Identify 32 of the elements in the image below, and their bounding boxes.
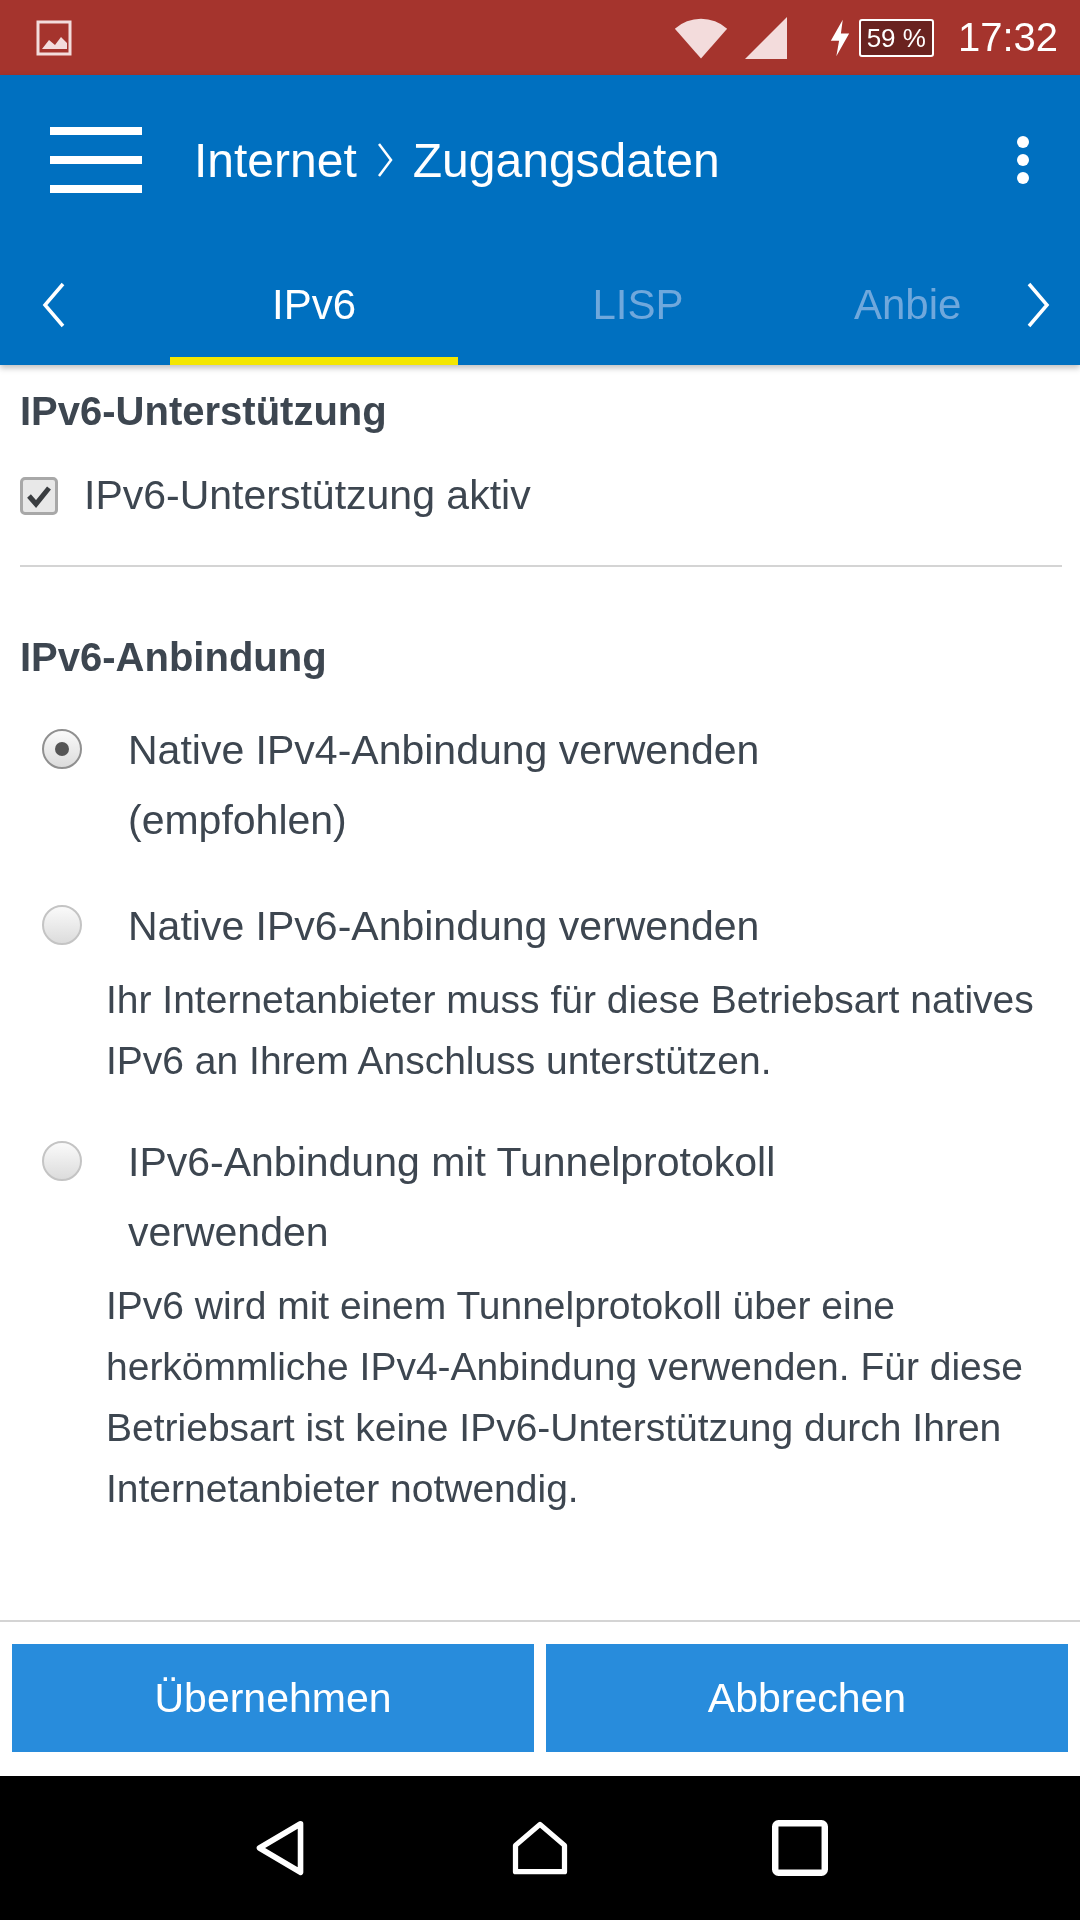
recent-apps-icon[interactable]	[772, 1820, 828, 1876]
picture-notification-icon	[36, 19, 72, 56]
lightning-icon	[828, 18, 851, 57]
radio-button[interactable]	[42, 905, 82, 945]
radio-button[interactable]	[42, 1141, 82, 1181]
chevron-right-icon	[376, 142, 393, 178]
breadcrumb-link[interactable]: Internet	[194, 132, 357, 188]
chevron-left-icon[interactable]	[42, 282, 66, 328]
option-description: Ihr Internetanbieter muss für diese Betriebsart natives IPv6 an Ihrem Anschluss unterstützen.	[106, 977, 1035, 1084]
option-description: IPv6 wird mit einem Tunnelprotokoll über eine herkömmliche IPv4-Anbindung verwenden. Für diese Betriebsart ist keine IPv6-Unterstützung durch Ihren Internetanbieter notwendig.	[106, 1283, 1024, 1512]
signal-icon	[744, 16, 787, 59]
more-options-icon[interactable]	[1016, 135, 1030, 185]
battery-level: 59 %	[858, 18, 934, 57]
option-label: IPv6-Anbindung mit Tunnelprotokoll verwenden	[128, 1138, 777, 1257]
tab[interactable]: IPv6	[170, 245, 458, 365]
button[interactable]: Übernehmen	[12, 1644, 534, 1752]
tab[interactable]: Anbie	[854, 245, 1024, 365]
option-label: IPv6-Unterstützung aktiv	[84, 471, 531, 520]
button[interactable]: Abbrechen	[546, 1644, 1068, 1752]
section-heading: IPv6-Unterstützung	[20, 388, 388, 435]
option-label: Native IPv4-Anbindung verwenden (empfohlen)	[128, 726, 761, 845]
section-heading: IPv6-Anbindung	[20, 634, 328, 681]
checkbox[interactable]	[20, 477, 58, 515]
page-title: Zugangsdaten	[412, 132, 720, 188]
menu-icon[interactable]	[50, 127, 142, 193]
radio-button[interactable]	[42, 729, 82, 769]
option-label: Native IPv6-Anbindung verwenden	[128, 902, 760, 951]
chevron-right-icon[interactable]	[1026, 282, 1050, 328]
home-icon[interactable]	[512, 1820, 568, 1876]
clock: 17:32	[957, 15, 1058, 60]
wifi-icon	[672, 16, 729, 59]
tab[interactable]: LISP	[482, 245, 794, 365]
